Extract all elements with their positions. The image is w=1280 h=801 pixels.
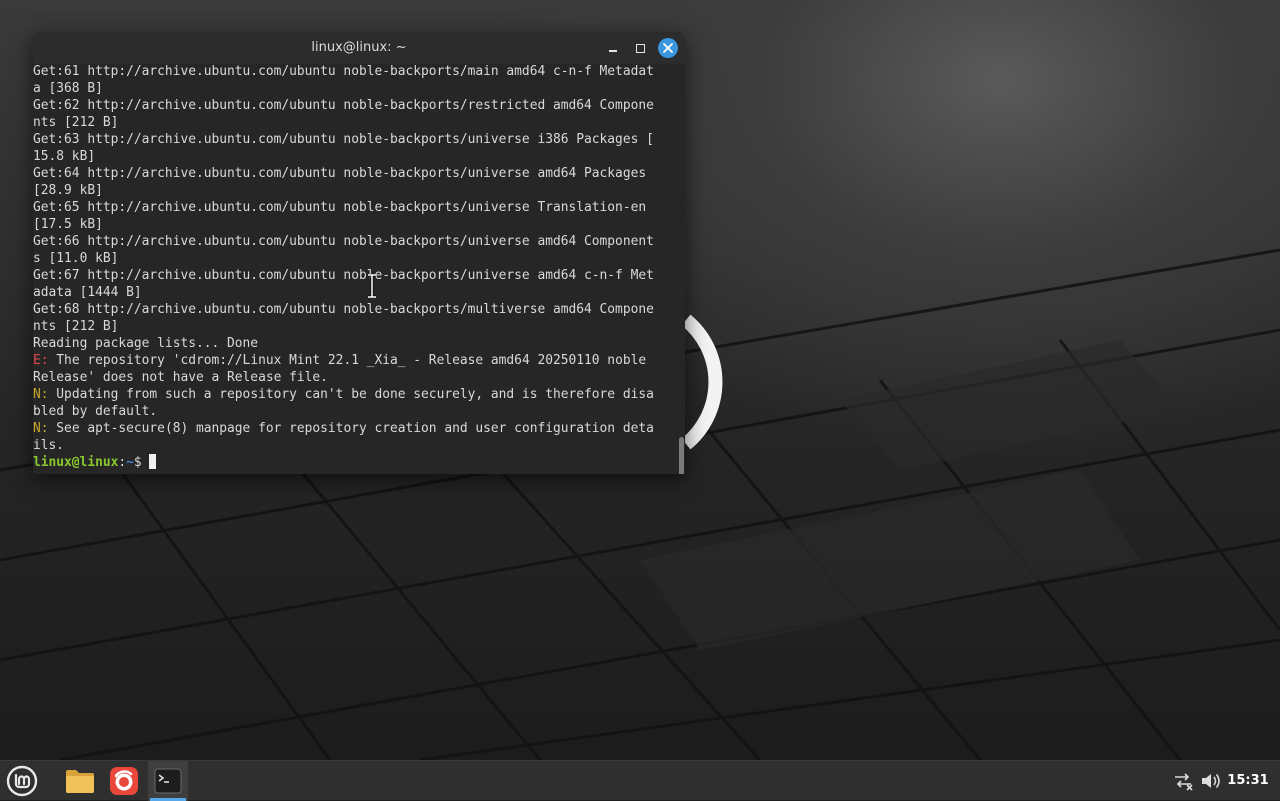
- prompt-symbol: $: [133, 455, 142, 470]
- menu-button[interactable]: [2, 761, 42, 801]
- terminal-line: N: Updating from such a repository can't…: [33, 386, 654, 403]
- terminal-line-text: adata [1444 B]: [33, 285, 142, 300]
- terminal-line: Get:68 http://archive.ubuntu.com/ubuntu …: [33, 301, 654, 318]
- taskbar: 15:31: [0, 760, 1280, 801]
- terminal-line: Get:63 http://archive.ubuntu.com/ubuntu …: [33, 131, 654, 148]
- terminal-line-text: ils.: [33, 438, 65, 453]
- network-disconnected-icon[interactable]: [1172, 771, 1194, 791]
- firefox-icon: [110, 767, 138, 795]
- files-launcher[interactable]: [60, 761, 100, 801]
- terminal-output[interactable]: Get:61 http://archive.ubuntu.com/ubuntu …: [33, 64, 677, 474]
- terminal-line-text: Get:62 http://archive.ubuntu.com/ubuntu …: [33, 98, 654, 113]
- terminal-line-text: nts [212 B]: [33, 319, 119, 334]
- window-titlebar[interactable]: linux@linux: ~: [33, 32, 685, 64]
- terminal-line-text: a [368 B]: [33, 81, 103, 96]
- terminal-lines: Get:61 http://archive.ubuntu.com/ubuntu …: [33, 63, 654, 471]
- maximize-icon: [635, 43, 645, 53]
- terminal-line-text: Get:64 http://archive.ubuntu.com/ubuntu …: [33, 166, 647, 181]
- terminal-line-text: bled by default.: [33, 404, 158, 419]
- terminal-line-text: [28.9 kB]: [33, 183, 103, 198]
- terminal-line: ils.: [33, 437, 654, 454]
- terminal-window[interactable]: linux@linux: ~ Get:61 http://archive.ubu…: [33, 32, 685, 474]
- terminal-line-text: Get:63 http://archive.ubuntu.com/ubuntu …: [33, 132, 654, 147]
- minimize-icon: [609, 50, 617, 52]
- terminal-line: Get:65 http://archive.ubuntu.com/ubuntu …: [33, 199, 654, 216]
- scrollbar[interactable]: [678, 64, 685, 474]
- terminal-line: E: The repository 'cdrom://Linux Mint 22…: [33, 352, 654, 369]
- terminal-line-text: Get:67 http://archive.ubuntu.com/ubuntu …: [33, 268, 654, 283]
- terminal-line-text: Get:65 http://archive.ubuntu.com/ubuntu …: [33, 200, 647, 215]
- terminal-line: Release' does not have a Release file.: [33, 369, 654, 386]
- terminal-line-text: Get:68 http://archive.ubuntu.com/ubuntu …: [33, 302, 654, 317]
- terminal-line: adata [1444 B]: [33, 284, 654, 301]
- terminal-line: N: See apt-secure(8) manpage for reposit…: [33, 420, 654, 437]
- maximize-button[interactable]: [630, 38, 650, 58]
- terminal-line: bled by default.: [33, 403, 654, 420]
- terminal-line-text: The repository 'cdrom://Linux Mint 22.1 …: [48, 353, 647, 368]
- volume-icon[interactable]: [1200, 771, 1222, 791]
- folder-icon: [66, 770, 94, 793]
- prompt-path: ~: [126, 455, 134, 470]
- terminal-line: Get:62 http://archive.ubuntu.com/ubuntu …: [33, 97, 654, 114]
- terminal-line: Get:61 http://archive.ubuntu.com/ubuntu …: [33, 63, 654, 80]
- linux-mint-logo-icon: [6, 765, 38, 797]
- terminal-line: a [368 B]: [33, 80, 654, 97]
- note-prefix: N:: [33, 421, 49, 436]
- scrollbar-thumb[interactable]: [679, 437, 684, 474]
- prompt-separator: :: [118, 455, 127, 470]
- terminal-line: nts [212 B]: [33, 318, 654, 335]
- terminal-launcher[interactable]: [148, 761, 188, 801]
- terminal-line: s [11.0 kB]: [33, 250, 654, 267]
- terminal-line: Get:66 http://archive.ubuntu.com/ubuntu …: [33, 233, 654, 250]
- close-icon: [663, 43, 673, 53]
- terminal-icon: [154, 768, 182, 794]
- minimize-button[interactable]: [603, 38, 623, 58]
- terminal-line: [28.9 kB]: [33, 182, 654, 199]
- terminal-line-text: Updating from such a repository can't be…: [48, 387, 654, 402]
- terminal-line: Reading package lists... Done: [33, 335, 654, 352]
- text-cursor-icon: [368, 274, 376, 298]
- terminal-line-text: 15.8 kB]: [33, 149, 96, 164]
- note-prefix: N:: [33, 387, 49, 402]
- error-prefix: E:: [33, 353, 49, 368]
- close-button[interactable]: [658, 38, 678, 58]
- terminal-line-text: nts [212 B]: [33, 115, 119, 130]
- terminal-cursor: [149, 454, 157, 469]
- firefox-launcher[interactable]: [104, 761, 144, 801]
- terminal-line: [17.5 kB]: [33, 216, 654, 233]
- terminal-line-text: [17.5 kB]: [33, 217, 103, 232]
- terminal-line: Get:64 http://archive.ubuntu.com/ubuntu …: [33, 165, 654, 182]
- terminal-line: Get:67 http://archive.ubuntu.com/ubuntu …: [33, 267, 654, 284]
- terminal-line-text: Reading package lists... Done: [33, 336, 259, 351]
- prompt-line[interactable]: linux@linux:~$: [33, 454, 654, 471]
- prompt-user: linux@linux: [33, 455, 119, 470]
- clock[interactable]: 15:31: [1226, 761, 1270, 801]
- terminal-line-text: Get:66 http://archive.ubuntu.com/ubuntu …: [33, 234, 654, 249]
- terminal-line: nts [212 B]: [33, 114, 654, 131]
- terminal-line-text: s [11.0 kB]: [33, 251, 119, 266]
- terminal-line-text: Release' does not have a Release file.: [33, 370, 328, 385]
- terminal-line: 15.8 kB]: [33, 148, 654, 165]
- terminal-line-text: See apt-secure(8) manpage for repository…: [48, 421, 654, 436]
- window-title: linux@linux: ~: [311, 40, 407, 55]
- terminal-line-text: Get:61 http://archive.ubuntu.com/ubuntu …: [33, 64, 654, 79]
